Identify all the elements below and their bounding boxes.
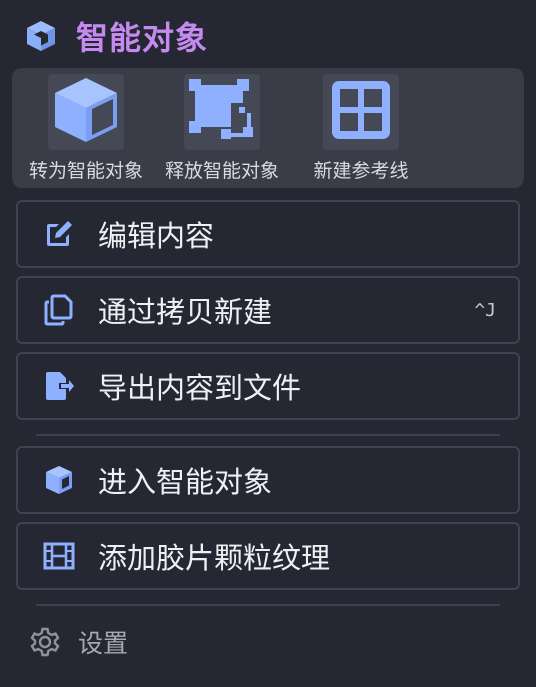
- divider: [36, 434, 500, 436]
- edit-icon: [42, 217, 76, 251]
- release-frame-icon: [187, 77, 257, 147]
- copy-new-item[interactable]: 通过拷贝新建 ^J: [16, 276, 520, 344]
- copy-icon: [42, 293, 76, 327]
- export-content-item[interactable]: 导出内容到文件: [16, 352, 520, 420]
- tool-label: 转为智能对象: [28, 160, 143, 182]
- new-guide-button[interactable]: 新建参考线: [297, 74, 425, 186]
- tool-bar: 转为智能对象 释放智能对象 新建参考线: [12, 68, 524, 188]
- menu-item-label: 进入智能对象: [98, 465, 273, 499]
- cube-icon: [22, 17, 60, 55]
- menu-item-label: 编辑内容: [98, 219, 215, 253]
- panel-header: 智能对象: [22, 14, 208, 58]
- settings-button[interactable]: 设置: [28, 620, 128, 664]
- cube-icon: [51, 75, 121, 149]
- enter-smart-object-item[interactable]: 进入智能对象: [16, 446, 520, 514]
- menu-item-label: 通过拷贝新建: [98, 295, 273, 329]
- page-title: 智能对象: [76, 19, 209, 57]
- cube-icon: [42, 463, 76, 497]
- release-smart-object-button[interactable]: 释放智能对象: [158, 74, 286, 186]
- gear-icon: [28, 625, 62, 659]
- film-icon: [42, 539, 76, 573]
- shortcut-hint: ^J: [474, 299, 496, 321]
- file-export-icon: [42, 369, 76, 403]
- divider: [36, 604, 500, 606]
- convert-smart-object-button[interactable]: 转为智能对象: [22, 74, 150, 186]
- film-grain-item[interactable]: 添加胶片颗粒纹理: [16, 522, 520, 590]
- menu-item-label: 导出内容到文件: [98, 371, 302, 405]
- tool-label: 释放智能对象: [164, 160, 279, 182]
- grid-icon: [330, 79, 392, 145]
- edit-content-item[interactable]: 编辑内容: [16, 200, 520, 268]
- settings-label: 设置: [78, 629, 129, 658]
- menu-item-label: 添加胶片颗粒纹理: [98, 541, 331, 575]
- tool-label: 新建参考线: [313, 160, 409, 182]
